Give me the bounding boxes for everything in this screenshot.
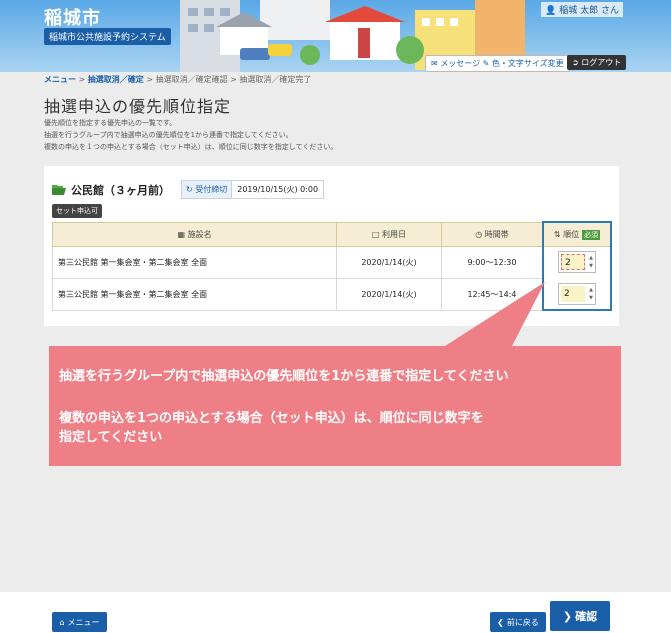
calendar-icon: □ — [371, 229, 380, 239]
facility-header: 公民館（３ヶ月前） ↻ 受付締切 2019/10/15(火) 0:00 — [52, 180, 325, 199]
callout-line-2: 複数の申込を1つの申込とする場合（セット申込）は、順位に同じ数字を — [59, 411, 484, 426]
time-cell: 9:00～12:30 — [440, 245, 544, 279]
home-icon: ⌂ — [59, 617, 65, 627]
date-cell: 2020/1/14(火) — [336, 277, 442, 311]
header-date: □ 利用日 — [336, 221, 442, 247]
order-cell: 2 ▲ ▼ — [542, 246, 612, 278]
header-time: ◷ 時間帯 — [440, 221, 544, 247]
facility-cell: 第三公民館 第一集会室・第二集会室 全面 — [51, 277, 338, 311]
sort-icon: ⇅ — [553, 229, 561, 239]
deadline-label: ↻ 受付締切 — [182, 181, 233, 198]
chevron-left-icon: ❮ — [497, 617, 504, 627]
facility-card: 公民館（３ヶ月前） ↻ 受付締切 2019/10/15(火) 0:00 セット申… — [44, 166, 619, 326]
header-order: ⇅ 順位 必須 — [542, 221, 612, 247]
back-button[interactable]: ❮ 前に戻る — [490, 612, 546, 632]
application-table: ▦ 施設名 □ 利用日 ◷ 時間帯 ⇅ 順位 必須 第三公民館 第一集会室・第二集… — [51, 221, 612, 311]
breadcrumb-item-complete: 抽選取消／確定完了 — [239, 75, 312, 84]
order-input[interactable]: 2 — [561, 285, 586, 302]
table-row: 第三公民館 第一集会室・第二集会室 全面 2020/1/14(火) 12:45～… — [51, 277, 612, 311]
menu-button[interactable]: ⌂ メニュー — [52, 612, 107, 632]
page-title: 抽選申込の優先順位指定 — [44, 97, 232, 116]
system-name: 稲城市公共施設予約システム — [44, 28, 171, 45]
order-cell: 2 ▲ ▼ — [542, 278, 612, 311]
order-stepper[interactable]: 2 ▲ ▼ — [558, 282, 597, 305]
facility-name: 公民館（３ヶ月前） — [71, 183, 170, 197]
breadcrumb-item-menu[interactable]: メニュー — [44, 75, 76, 84]
site-header: 稲城市 稲城市公共施設予約システム 👤 稲城 太郎 さん ✉ メッセージ ✎ 色… — [0, 0, 671, 72]
building-icon: ▦ — [177, 229, 186, 239]
required-badge: 必須 — [582, 229, 601, 240]
table-row: 第三公民館 第一集会室・第二集会室 全面 2020/1/14(火) 9:00～1… — [51, 245, 612, 279]
order-stepper[interactable]: 2 ▲ ▼ — [558, 251, 597, 274]
clock-icon: ◷ — [475, 229, 483, 239]
breadcrumb: メニュー > 抽選取消／確定 > 抽選取消／確定確認 > 抽選取消／確定完了 — [44, 75, 312, 84]
order-input[interactable]: 2 — [561, 254, 586, 271]
facility-cell: 第三公民館 第一集会室・第二集会室 全面 — [51, 245, 338, 279]
city-logo[interactable]: 稲城市 — [44, 4, 101, 30]
spin-buttons[interactable]: ▲ ▼ — [587, 254, 595, 270]
page-description: 優先順位を指定する優先申込の一覧です。 抽選を行うグループ内で抽選申込の優先順位… — [44, 119, 338, 151]
message-button[interactable]: ✉ メッセージ ✎ 色・文字サイズ変更 — [425, 55, 570, 72]
deadline-value: 2019/10/15(火) 0:00 — [232, 181, 324, 198]
user-icon: 👤 — [545, 6, 557, 16]
breadcrumb-item-confirm: 抽選取消／確定確認 — [155, 75, 228, 84]
time-cell: 12:45～14:4 — [440, 277, 544, 311]
chevron-right-icon: ❯ — [562, 609, 573, 623]
clock-icon: ↻ — [186, 185, 193, 194]
date-cell: 2020/1/14(火) — [336, 245, 442, 279]
instruction-callout: 抽選を行うグループ内で抽選申込の優先順位を1から連番で指定してください 複数の申… — [49, 346, 621, 466]
chat-icon: ✉ — [431, 59, 438, 68]
set-application-badge: セット申込可 — [52, 204, 102, 218]
header-facility: ▦ 施設名 — [51, 221, 338, 247]
breadcrumb-item-lottery[interactable]: 抽選取消／確定 — [88, 75, 144, 84]
logout-icon: ➲ — [572, 58, 579, 67]
user-name: 👤 稲城 太郎 さん — [541, 2, 623, 17]
brush-icon: ✎ — [482, 59, 490, 68]
callout-line-3: 指定してください — [59, 430, 163, 445]
spin-buttons[interactable]: ▲ ▼ — [587, 286, 595, 302]
footer-bar: ⌂ メニュー ❮ 前に戻る ❯ 確認 — [0, 592, 671, 633]
deadline-info: ↻ 受付締切 2019/10/15(火) 0:00 — [181, 180, 325, 199]
callout-line-1: 抽選を行うグループ内で抽選申込の優先順位を1から連番で指定してください — [59, 369, 509, 384]
folder-icon — [52, 180, 66, 199]
confirm-button[interactable]: ❯ 確認 — [550, 601, 610, 631]
logout-button[interactable]: ➲ ログアウト — [567, 55, 627, 70]
